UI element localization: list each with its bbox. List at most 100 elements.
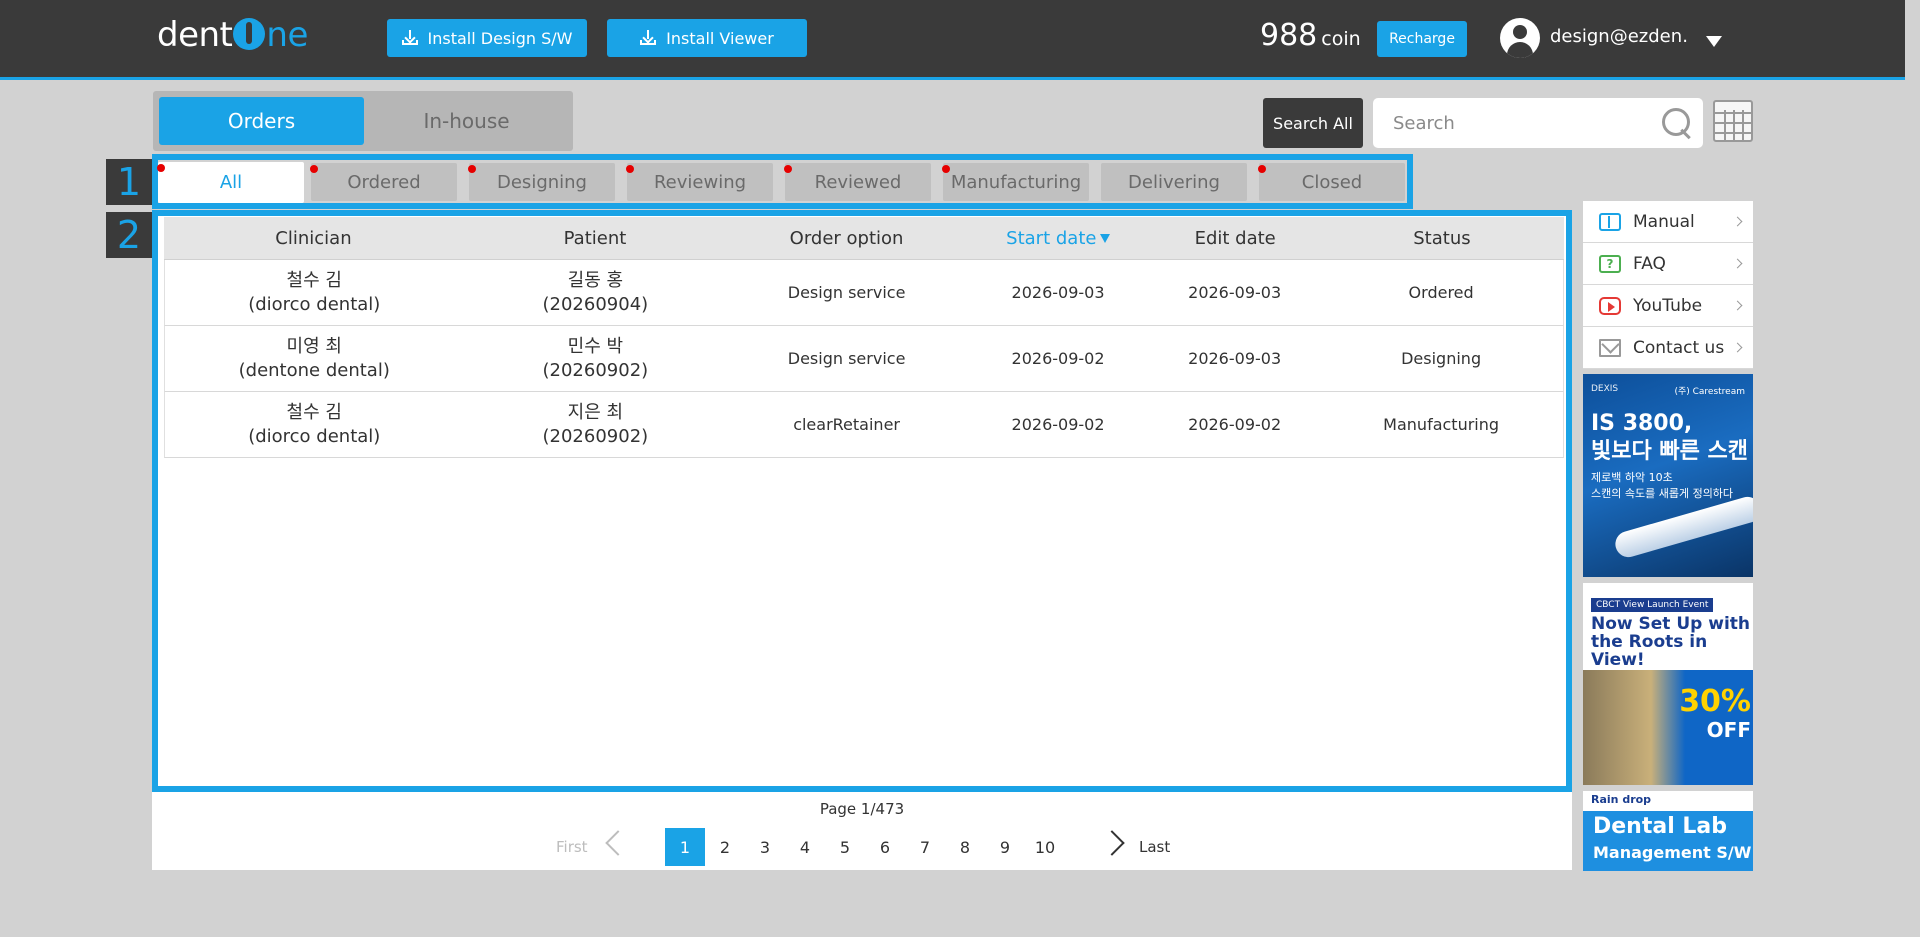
- cell-status: Designing: [1401, 348, 1482, 368]
- install-design-button[interactable]: Install Design S/W: [387, 19, 587, 57]
- ad-headline: Now Set Up with the Roots in View!: [1591, 614, 1751, 670]
- page-number[interactable]: 9: [985, 828, 1025, 866]
- cell-patient: 지은 최 (20260902): [464, 401, 728, 449]
- status-tab-all[interactable]: All: [157, 162, 304, 203]
- cell-start-date: 2026-09-03: [1011, 282, 1105, 302]
- clinician-org: (diorco dental): [248, 425, 381, 447]
- page-number[interactable]: 10: [1025, 828, 1065, 866]
- table-row[interactable]: 철수 김 (diorco dental) 지은 최 (20260902) clear…: [164, 392, 1564, 458]
- col-patient[interactable]: Patient: [463, 228, 727, 249]
- calendar-icon[interactable]: [1713, 100, 1753, 142]
- cell-start-date: 2026-09-02: [1011, 414, 1105, 434]
- youtube-link[interactable]: YouTube: [1583, 285, 1753, 327]
- tab-orders[interactable]: Orders: [159, 97, 364, 145]
- search-all-button[interactable]: Search All: [1263, 98, 1363, 148]
- coin-amount: 988: [1260, 18, 1318, 53]
- contact-link[interactable]: Contact us: [1583, 327, 1753, 369]
- logo-o-mark: [233, 18, 266, 50]
- status-tab-delivering[interactable]: Delivering: [1101, 163, 1247, 201]
- new-dot-icon: [310, 165, 318, 173]
- status-tab-ordered[interactable]: Ordered: [310, 163, 457, 201]
- recharge-button[interactable]: Recharge: [1377, 21, 1467, 57]
- search-icon[interactable]: [1661, 107, 1693, 139]
- mail-icon: [1599, 338, 1621, 357]
- cell-edit-date: 2026-09-03: [1188, 282, 1282, 302]
- cell-clinician: 철수 김 (diorco dental): [165, 401, 464, 449]
- status-tab-reviewing[interactable]: Reviewing: [626, 163, 773, 201]
- col-status[interactable]: Status: [1320, 228, 1564, 249]
- ad-subtext-line: 스캔의 속도를 새롭게 정의하다: [1591, 487, 1734, 500]
- last-page-link[interactable]: Last: [1139, 838, 1170, 856]
- ad-banner-is3800[interactable]: DEXIS (주) Carestream IS 3800, 빛보다 빠른 스캔 제…: [1583, 374, 1753, 577]
- page-number[interactable]: 5: [825, 828, 865, 866]
- status-tab-label: Manufacturing: [950, 171, 1082, 193]
- new-dot-icon: [626, 165, 634, 173]
- col-clinician[interactable]: Clinician: [164, 228, 463, 249]
- install-viewer-button[interactable]: Install Viewer: [607, 19, 807, 57]
- clinician-name: 철수 김: [286, 269, 342, 291]
- new-dot-icon: [157, 164, 165, 172]
- col-edit-date[interactable]: Edit date: [1150, 228, 1319, 249]
- chevron-right-icon: [1732, 342, 1743, 353]
- page-number[interactable]: 8: [945, 828, 985, 866]
- status-tab-designing[interactable]: Designing: [468, 163, 615, 201]
- user-avatar-icon[interactable]: [1500, 18, 1540, 58]
- chevron-right-icon[interactable]: [1099, 830, 1125, 856]
- cell-edit-date: 2026-09-03: [1188, 348, 1282, 368]
- chevron-left-icon[interactable]: [605, 830, 631, 856]
- col-start-date-label: Start date: [1006, 227, 1097, 249]
- manual-link[interactable]: Manual: [1583, 201, 1753, 243]
- pagination: Page 1/473 First 1 2 3 4 5 6 7 8 9 10 La…: [152, 792, 1572, 870]
- cell-order-option: Design service: [787, 348, 906, 368]
- ad-headline-line: 빛보다 빠른 스캔: [1591, 439, 1748, 464]
- question-icon: ?: [1599, 254, 1621, 273]
- ad-banner-cbct[interactable]: CBCT View Launch Event Now Set Up with t…: [1583, 583, 1753, 785]
- page-number[interactable]: 4: [785, 828, 825, 866]
- scanner-image: [1612, 493, 1753, 561]
- page-number[interactable]: 1: [665, 828, 705, 866]
- patient-id: (20260904): [542, 293, 649, 315]
- ad-subtext-line: 제로백 하악 10초: [1591, 471, 1673, 484]
- user-email[interactable]: design@ezden…: [1550, 26, 1690, 47]
- table-row[interactable]: 미영 최 (dentone dental) 민수 박 (20260902) Desi…: [164, 326, 1564, 392]
- cell-start-date: 2026-09-02: [1011, 348, 1105, 368]
- page-number[interactable]: 6: [865, 828, 905, 866]
- ad-discount: 30% OFF: [1679, 687, 1751, 744]
- coin-unit: coin: [1321, 28, 1361, 50]
- youtube-label: YouTube: [1633, 295, 1703, 316]
- chevron-right-icon: [1732, 216, 1743, 227]
- cell-status: Manufacturing: [1383, 414, 1500, 434]
- logo-text-ne: ne: [266, 15, 308, 55]
- table-row[interactable]: 철수 김 (diorco dental) 길동 홍 (20260904) Desig…: [164, 260, 1564, 326]
- book-icon: [1599, 212, 1621, 231]
- patient-id: (20260902): [542, 425, 649, 447]
- ad-banner-raindrop[interactable]: Rain drop Dental Lab Management S/W: [1583, 791, 1753, 871]
- main-tabs: Orders In-house: [153, 91, 573, 151]
- help-links: Manual ? FAQ YouTube Contact us: [1583, 201, 1753, 369]
- page-number[interactable]: 7: [905, 828, 945, 866]
- status-tab-manufacturing[interactable]: Manufacturing: [942, 163, 1089, 201]
- first-page-link[interactable]: First: [556, 838, 588, 856]
- col-order-option[interactable]: Order option: [727, 228, 966, 249]
- logo-text-dent: dent: [157, 15, 233, 55]
- ad-discount-word: OFF: [1706, 718, 1751, 742]
- tab-in-house[interactable]: In-house: [364, 97, 569, 145]
- status-tab-closed[interactable]: Closed: [1258, 163, 1405, 201]
- status-tab-label: Designing: [497, 171, 587, 193]
- cell-patient: 민수 박 (20260902): [464, 335, 728, 383]
- clinician-name: 철수 김: [286, 401, 342, 423]
- caret-down-icon[interactable]: [1706, 36, 1722, 47]
- patient-name: 길동 홍: [567, 269, 624, 291]
- search-input[interactable]: [1373, 98, 1653, 148]
- col-start-date[interactable]: Start date: [966, 228, 1150, 249]
- page-number[interactable]: 2: [705, 828, 745, 866]
- new-dot-icon: [1258, 165, 1266, 173]
- dentone-logo[interactable]: dent ne: [157, 14, 308, 55]
- manual-label: Manual: [1633, 211, 1695, 232]
- ad-headline-line: IS 3800,: [1591, 411, 1693, 436]
- faq-link[interactable]: ? FAQ: [1583, 243, 1753, 285]
- download-icon: [401, 30, 418, 46]
- table-header: Clinician Patient Order option Start dat…: [164, 217, 1564, 260]
- status-tab-reviewed[interactable]: Reviewed: [784, 163, 931, 201]
- page-number[interactable]: 3: [745, 828, 785, 866]
